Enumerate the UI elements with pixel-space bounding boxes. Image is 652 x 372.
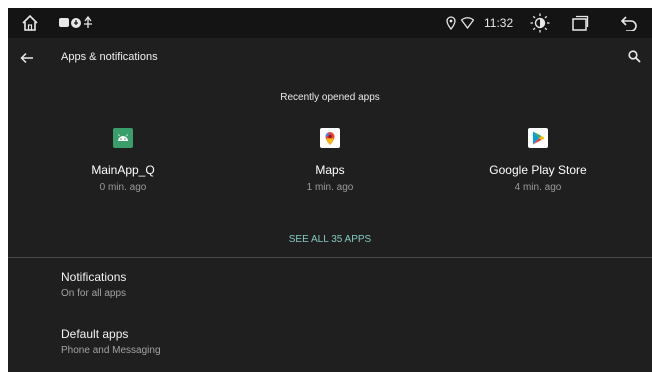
app-last-used: 0 min. ago	[99, 182, 147, 193]
brightness-icon[interactable]	[529, 13, 551, 33]
setting-subtitle: On for all apps	[61, 288, 127, 299]
default-apps-setting[interactable]: Default apps Phone and Messaging	[61, 327, 161, 356]
maps-icon	[320, 128, 340, 148]
setting-title: Default apps	[61, 327, 129, 341]
back-icon[interactable]	[618, 14, 640, 32]
wifi-icon	[460, 14, 474, 32]
recent-apps-header: Recently opened apps	[280, 92, 380, 103]
android-app-icon	[113, 128, 133, 148]
recent-app-maps[interactable]: Maps 1 min. ago	[230, 128, 430, 193]
app-name: Maps	[315, 163, 345, 177]
recent-app-play-store[interactable]: Google Play Store 4 min. ago	[438, 128, 638, 193]
app-last-used: 4 min. ago	[514, 182, 562, 193]
home-icon[interactable]	[20, 14, 40, 32]
app-name: MainApp_Q	[91, 163, 155, 177]
status-bar: 11:32	[8, 8, 652, 38]
recent-app-mainapp[interactable]: MainApp_Q 0 min. ago	[23, 128, 223, 193]
page-title: Apps & notifications	[61, 51, 158, 63]
back-arrow-icon[interactable]	[20, 51, 34, 69]
screen: 11:32 Apps & notifications Recently open…	[8, 8, 652, 372]
setting-subtitle: Phone and Messaging	[61, 345, 161, 356]
notifications-setting[interactable]: Notifications On for all apps	[61, 270, 126, 299]
app-last-used: 1 min. ago	[306, 182, 354, 193]
notification-icons	[58, 14, 98, 32]
setting-title: Notifications	[61, 270, 127, 284]
app-name: Google Play Store	[489, 163, 587, 177]
play-store-icon	[528, 128, 548, 148]
recent-apps-icon[interactable]	[570, 14, 590, 32]
see-all-apps-button[interactable]: SEE ALL 35 APPS	[8, 234, 652, 245]
app-bar: Apps & notifications	[8, 38, 652, 76]
clock: 11:32	[484, 16, 514, 30]
location-icon	[444, 14, 458, 32]
divider	[8, 257, 652, 258]
search-icon[interactable]	[628, 50, 641, 68]
